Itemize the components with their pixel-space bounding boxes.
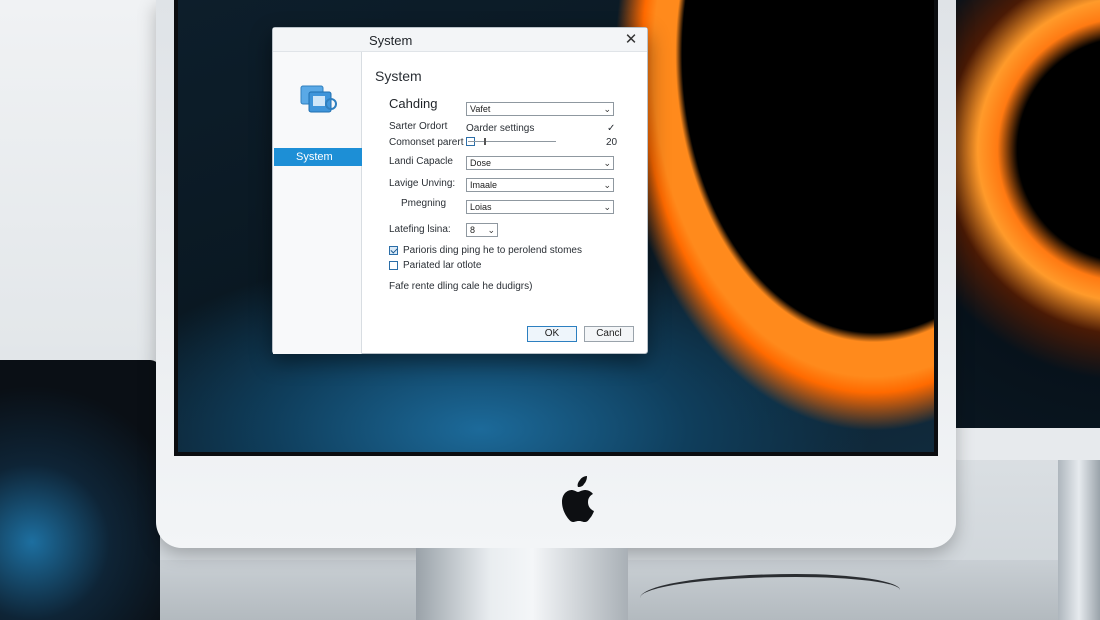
speaker — [0, 360, 160, 620]
sarter-check-icon: ✓ — [607, 123, 616, 134]
ok-button[interactable]: OK — [527, 326, 577, 342]
imac-stand — [416, 548, 628, 620]
pmegning-select-value: Loias — [470, 202, 492, 212]
dialog-titlebar: System ✕ — [273, 28, 647, 52]
latefing-select-value: 8 — [470, 225, 476, 235]
cancel-button[interactable]: Cancl — [584, 326, 634, 342]
landi-label: Landi Capacle — [389, 156, 453, 167]
apple-logo-icon — [562, 476, 594, 522]
latefing-label: Latefing lsina: — [389, 224, 451, 235]
secondary-monitor-stand — [1058, 460, 1100, 620]
system-dialog: System ✕ System System Cahding Vafet ⌄ S… — [272, 27, 648, 354]
lavige-select-value: Imaale — [470, 180, 498, 190]
imac-chin — [156, 456, 956, 548]
option-checkbox-2[interactable] — [389, 261, 398, 270]
dialog-title: System — [369, 33, 413, 48]
secondary-monitor-screen — [952, 0, 1100, 428]
comonet-value: 20 — [606, 137, 618, 148]
sidebar-item-system[interactable]: System — [274, 148, 362, 166]
chevron-down-icon: ⌄ — [603, 202, 611, 212]
lavige-select[interactable]: Imaale ⌄ — [466, 178, 614, 192]
chevron-down-icon: ⌄ — [487, 225, 495, 235]
chevron-down-icon: ⌄ — [603, 158, 611, 168]
comonet-label: Comonset parert — [389, 137, 464, 148]
footnote-text: Fafe rente dling cale he dudigrs) — [389, 281, 533, 292]
dialog-sidebar: System — [273, 52, 362, 354]
section-title: System — [375, 68, 422, 84]
close-icon[interactable]: ✕ — [621, 30, 641, 50]
lavige-label: Lavige Unving: — [389, 178, 456, 189]
option-label-1: Parioris ding ping he to perolend stomes — [403, 245, 582, 256]
landi-select-value: Dose — [470, 158, 492, 168]
pmegning-label: Pmegning — [401, 198, 447, 209]
comonet-slider-track[interactable] — [468, 141, 556, 142]
chevron-down-icon: ⌄ — [603, 104, 611, 114]
subsection-title: Cahding — [389, 96, 438, 111]
pmegning-select[interactable]: Loias ⌄ — [466, 200, 614, 214]
chevron-down-icon: ⌄ — [603, 180, 611, 190]
cahding-select-value: Vafet — [470, 104, 491, 114]
comonet-slider-thumb[interactable] — [484, 138, 486, 145]
system-settings-icon — [300, 85, 337, 113]
cahding-select[interactable]: Vafet ⌄ — [466, 102, 614, 116]
sarter-value: Oarder settings — [466, 123, 535, 134]
option-label-2: Pariated lar otlote — [403, 260, 482, 271]
sarter-label: Sarter Ordort — [389, 121, 448, 132]
option-checkbox-1[interactable] — [389, 246, 398, 255]
latefing-select[interactable]: 8 ⌄ — [466, 223, 498, 237]
landi-select[interactable]: Dose ⌄ — [466, 156, 614, 170]
